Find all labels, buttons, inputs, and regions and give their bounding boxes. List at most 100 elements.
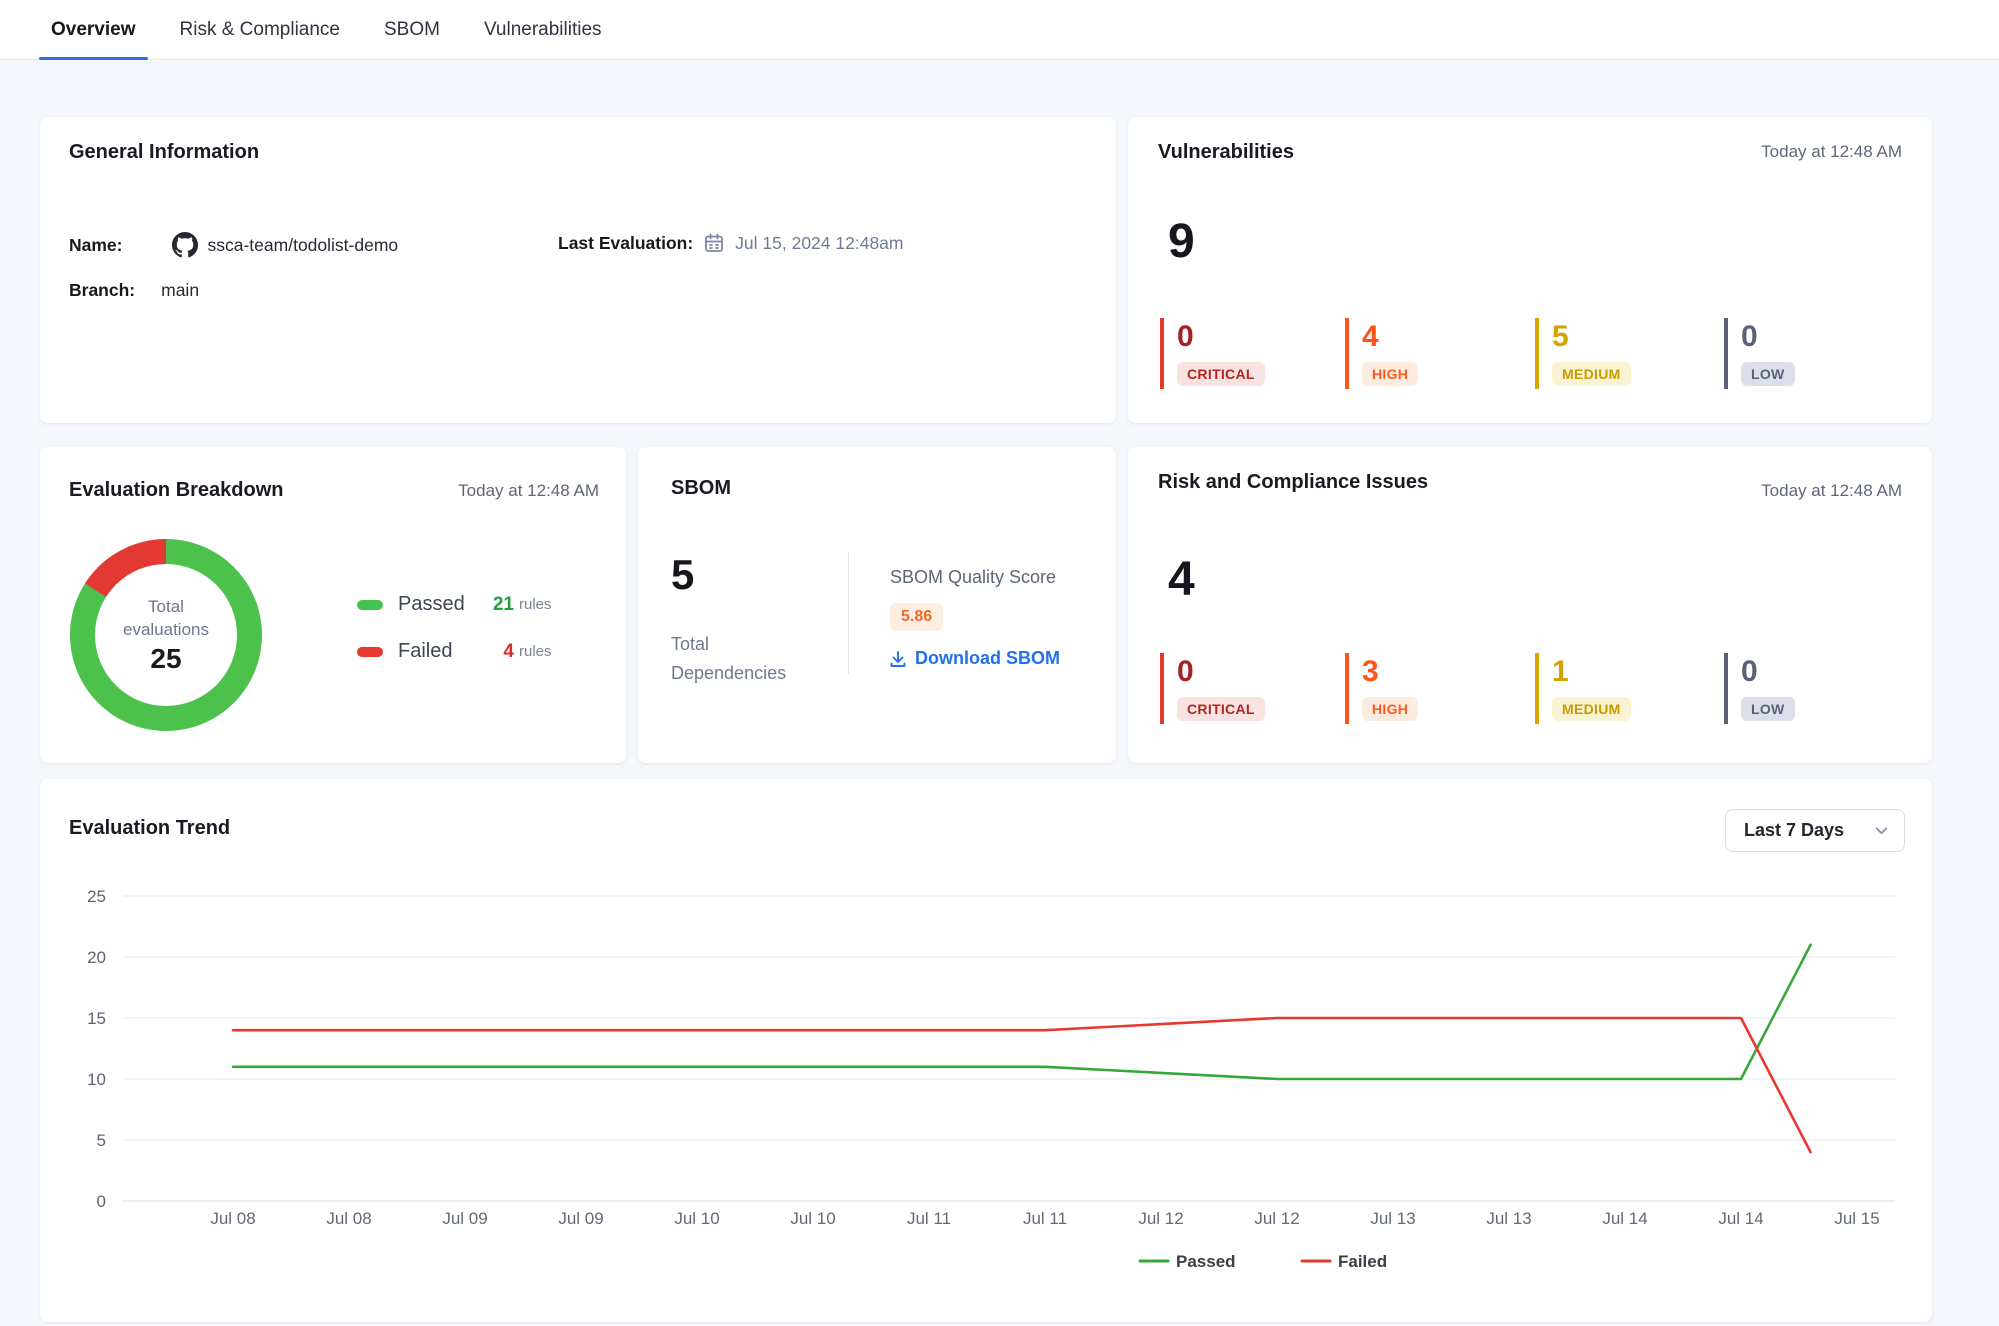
severity-badge: LOW bbox=[1741, 697, 1795, 721]
last-evaluation-label: Last Evaluation: bbox=[558, 233, 693, 254]
svg-text:0: 0 bbox=[97, 1192, 106, 1211]
svg-text:Jul 13: Jul 13 bbox=[1370, 1209, 1415, 1228]
sbom-quality-score-badge: 5.86 bbox=[890, 603, 943, 631]
severity-badge: LOW bbox=[1741, 362, 1795, 386]
svg-text:Passed: Passed bbox=[1176, 1252, 1236, 1271]
tab-vulnerabilities[interactable]: Vulnerabilities bbox=[484, 0, 602, 59]
donut-total-value: 25 bbox=[150, 643, 181, 675]
legend-unit: rules bbox=[519, 643, 552, 660]
severity-count: 1 bbox=[1552, 654, 1631, 690]
legend-value: 21 bbox=[484, 594, 514, 616]
svg-text:Jul 09: Jul 09 bbox=[558, 1209, 603, 1228]
failed-legend-pill bbox=[357, 647, 383, 657]
download-sbom-link[interactable]: Download SBOM bbox=[888, 648, 1060, 669]
severity-high: 4 HIGH bbox=[1345, 318, 1418, 389]
donut-legend: Passed 21 rules Failed 4 rules bbox=[357, 593, 552, 687]
repo-name-link[interactable]: ssca-team/todolist-demo bbox=[208, 235, 399, 256]
svg-text:20: 20 bbox=[87, 948, 106, 967]
card-timestamp: Today at 12:48 AM bbox=[1761, 481, 1902, 501]
tab-overview[interactable]: Overview bbox=[51, 0, 136, 59]
legend-label: Failed bbox=[398, 640, 484, 663]
name-label: Name: bbox=[69, 235, 123, 256]
vulnerabilities-card: Vulnerabilities Today at 12:48 AM 9 0 CR… bbox=[1128, 117, 1932, 423]
svg-text:15: 15 bbox=[87, 1009, 106, 1028]
general-information-card: General Information Name: ssca-team/todo… bbox=[40, 117, 1116, 423]
date-range-value: Last 7 Days bbox=[1744, 820, 1844, 841]
severity-low: 0 LOW bbox=[1724, 653, 1795, 724]
passed-legend-pill bbox=[357, 600, 383, 610]
severity-count: 5 bbox=[1552, 319, 1631, 355]
card-timestamp: Today at 12:48 AM bbox=[458, 481, 599, 501]
svg-text:Jul 08: Jul 08 bbox=[210, 1209, 255, 1228]
severity-count: 0 bbox=[1741, 319, 1795, 355]
severity-badge: HIGH bbox=[1362, 697, 1418, 721]
svg-text:Jul 11: Jul 11 bbox=[1023, 1209, 1067, 1228]
donut-center: Total evaluations 25 bbox=[95, 564, 237, 706]
svg-text:Jul 14: Jul 14 bbox=[1602, 1209, 1647, 1228]
download-icon bbox=[888, 649, 908, 669]
severity-medium: 5 MEDIUM bbox=[1535, 318, 1631, 389]
card-title: Evaluation Trend bbox=[69, 817, 230, 840]
download-sbom-label: Download SBOM bbox=[915, 648, 1060, 669]
svg-text:Jul 13: Jul 13 bbox=[1486, 1209, 1531, 1228]
branch-label: Branch: bbox=[69, 280, 135, 301]
legend-item-failed: Failed 4 rules bbox=[357, 640, 552, 663]
evaluation-trend-line-chart: 0 5 10 15 20 25 Jul 08 Jul 08 Jul 09 Jul 09 Jul 10… bbox=[40, 864, 1932, 1322]
severity-count: 0 bbox=[1177, 654, 1265, 690]
branch-value: main bbox=[161, 280, 199, 301]
card-title: SBOM bbox=[671, 477, 731, 500]
last-evaluation-value: Jul 15, 2024 12:48am bbox=[735, 233, 903, 254]
svg-text:Jul 12: Jul 12 bbox=[1254, 1209, 1299, 1228]
severity-badge: CRITICAL bbox=[1177, 697, 1265, 721]
legend-label: Passed bbox=[398, 593, 484, 616]
severity-count: 0 bbox=[1741, 654, 1795, 690]
card-title: Risk and Compliance Issues bbox=[1158, 471, 1428, 494]
svg-text:Jul 10: Jul 10 bbox=[674, 1209, 719, 1228]
sbom-quality-score-label: SBOM Quality Score bbox=[890, 567, 1056, 588]
severity-medium: 1 MEDIUM bbox=[1535, 653, 1631, 724]
legend-unit: rules bbox=[519, 596, 552, 613]
svg-text:5: 5 bbox=[97, 1131, 106, 1150]
severity-critical: 0 CRITICAL bbox=[1160, 318, 1265, 389]
svg-text:Failed: Failed bbox=[1338, 1252, 1387, 1271]
svg-text:Jul 10: Jul 10 bbox=[790, 1209, 835, 1228]
svg-text:Jul 15: Jul 15 bbox=[1834, 1209, 1879, 1228]
dashboard-content: General Information Name: ssca-team/todo… bbox=[0, 60, 1999, 1322]
svg-text:Jul 09: Jul 09 bbox=[442, 1209, 487, 1228]
svg-text:Jul 14: Jul 14 bbox=[1718, 1209, 1763, 1228]
divider bbox=[848, 552, 849, 674]
legend-value: 4 bbox=[484, 641, 514, 663]
severity-badge: MEDIUM bbox=[1552, 697, 1631, 721]
vulnerabilities-total: 9 bbox=[1168, 213, 1195, 271]
risk-compliance-card: Risk and Compliance Issues Today at 12:4… bbox=[1128, 447, 1932, 763]
severity-high: 3 HIGH bbox=[1345, 653, 1418, 724]
severity-badge: CRITICAL bbox=[1177, 362, 1265, 386]
tab-bar: Overview Risk & Compliance SBOM Vulnerab… bbox=[0, 0, 1999, 60]
card-title: Vulnerabilities bbox=[1158, 141, 1294, 164]
svg-text:Jul 11: Jul 11 bbox=[907, 1209, 951, 1228]
severity-count: 4 bbox=[1362, 319, 1418, 355]
svg-text:10: 10 bbox=[87, 1070, 106, 1089]
donut-center-label: Total evaluations bbox=[110, 595, 222, 641]
evaluation-donut-chart: Total evaluations 25 bbox=[70, 539, 262, 731]
evaluation-trend-card: Evaluation Trend Last 7 Days 0 5 10 15 20 25 J… bbox=[40, 779, 1932, 1322]
legend-item-passed: Passed 21 rules bbox=[357, 593, 552, 616]
date-range-dropdown[interactable]: Last 7 Days bbox=[1725, 809, 1905, 852]
calendar-icon bbox=[703, 232, 725, 254]
severity-count: 0 bbox=[1177, 319, 1265, 355]
severity-count: 3 bbox=[1362, 654, 1418, 690]
svg-text:Jul 12: Jul 12 bbox=[1138, 1209, 1183, 1228]
tab-risk-compliance[interactable]: Risk & Compliance bbox=[180, 0, 341, 59]
card-title: Evaluation Breakdown bbox=[69, 479, 284, 502]
sbom-total-dependencies: 5 bbox=[671, 551, 694, 599]
chevron-down-icon bbox=[1873, 822, 1890, 839]
tab-sbom[interactable]: SBOM bbox=[384, 0, 440, 59]
svg-text:25: 25 bbox=[87, 887, 106, 906]
github-icon bbox=[172, 232, 198, 258]
sbom-card: SBOM 5 Total Dependencies SBOM Quality S… bbox=[638, 447, 1116, 763]
card-title: General Information bbox=[69, 141, 259, 164]
svg-text:Jul 08: Jul 08 bbox=[326, 1209, 371, 1228]
sbom-total-label: Total Dependencies bbox=[671, 630, 821, 688]
risk-compliance-total: 4 bbox=[1168, 551, 1195, 609]
evaluation-breakdown-card: Evaluation Breakdown Today at 12:48 AM T… bbox=[40, 447, 626, 763]
